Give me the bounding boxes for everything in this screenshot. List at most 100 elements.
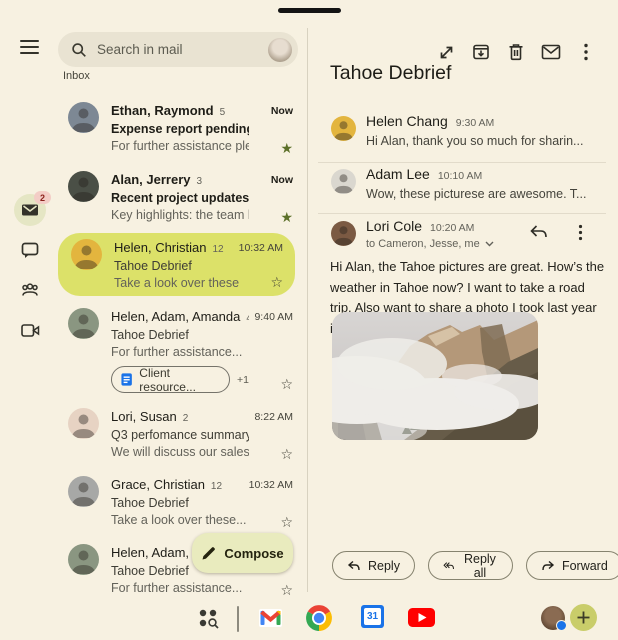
reply-all-button[interactable]: Reply all <box>428 551 513 580</box>
people-icon <box>20 282 40 298</box>
search-placeholder: Search in mail <box>97 42 268 57</box>
star-icon[interactable]: ☆ <box>280 377 293 391</box>
search-icon <box>71 42 87 58</box>
message-expanded: Lori Cole10:20 AM to Cameron, Jesse, me <box>331 218 604 250</box>
message-time: 10:10 AM <box>438 170 482 182</box>
email-time: 10:32 AM <box>249 479 293 491</box>
message-sender: Helen Chang <box>366 113 448 129</box>
star-icon[interactable]: ★ <box>280 141 293 155</box>
star-icon[interactable]: ☆ <box>280 583 293 597</box>
sender-avatar <box>68 544 99 575</box>
thread-actions: Reply Reply all Forward <box>332 551 618 580</box>
message-time: 10:20 AM <box>430 222 474 234</box>
reply-button[interactable]: Reply <box>332 551 415 580</box>
email-snippet: For further assistance please... <box>111 138 249 155</box>
hinge-indicator <box>278 8 341 13</box>
sender-avatar <box>68 408 99 439</box>
document-icon <box>121 372 132 387</box>
unread-badge: 2 <box>34 191 51 204</box>
email-count: 12 <box>211 481 222 492</box>
email-sender: Helen, Christian <box>114 240 207 255</box>
taskbar-divider <box>237 606 239 632</box>
app-search-icon[interactable] <box>198 606 220 632</box>
video-camera-icon <box>21 323 40 338</box>
gmail-app-icon[interactable] <box>259 609 282 627</box>
attachment-chip[interactable]: Client resource... <box>111 366 230 393</box>
compose-label: Compose <box>224 546 283 561</box>
chrome-app-icon[interactable] <box>305 604 333 632</box>
email-subject: Tahoe Debrief <box>111 327 249 344</box>
forward-button[interactable]: Forward <box>526 551 618 580</box>
email-list-item[interactable]: Helen, Christian12 Tahoe Debrief Take a … <box>58 233 295 296</box>
message-sender: Adam Lee <box>366 166 430 182</box>
message-avatar <box>331 169 356 194</box>
search-bar[interactable]: Search in mail <box>58 32 298 67</box>
email-time: 9:40 AM <box>254 311 293 323</box>
taskbar: 31 <box>0 598 618 640</box>
email-subject: Expense report pending <box>111 121 249 138</box>
gmail-app-window: 2 Search in mail Inbox <box>0 0 618 640</box>
email-list-item[interactable]: Grace, Christian12 Tahoe Debrief Take a … <box>55 470 305 536</box>
star-icon[interactable]: ☆ <box>280 515 293 529</box>
email-sender: Grace, Christian <box>111 477 205 492</box>
email-subject: Recent project updates <box>111 190 249 207</box>
email-snippet: We will discuss our sales... <box>111 444 249 461</box>
mark-unread-icon[interactable] <box>541 42 561 62</box>
email-count: 4 <box>246 313 249 324</box>
email-subject: Q3 perfomance summary <box>111 427 249 444</box>
thread-toolbar <box>436 42 596 62</box>
email-snippet: For further assistance... <box>111 580 249 597</box>
message-avatar <box>331 221 356 246</box>
rail-spaces-button[interactable] <box>14 274 46 306</box>
message-separator <box>318 213 606 214</box>
forward-icon <box>541 560 555 572</box>
message-sender: Lori Cole <box>366 218 422 234</box>
email-sender: Helen, Adam, Amanda <box>111 309 240 324</box>
reply-all-icon <box>443 560 455 572</box>
rail-chat-button[interactable] <box>14 234 46 266</box>
email-list-item[interactable]: Helen, Adam, Amanda4 Tahoe Debrief For f… <box>55 302 305 398</box>
email-list-item[interactable]: Alan, Jerrery3 Recent project updates Ke… <box>55 165 305 231</box>
expand-icon[interactable] <box>436 42 456 62</box>
star-icon[interactable]: ☆ <box>280 447 293 461</box>
email-time: 10:32 AM <box>239 242 283 254</box>
chat-status-badge <box>556 620 567 631</box>
archive-icon[interactable] <box>471 42 491 62</box>
message-snippet: Wow, these picturese are awesome. T... <box>366 187 604 201</box>
plus-button[interactable] <box>570 604 597 631</box>
star-icon[interactable]: ☆ <box>270 275 283 289</box>
more-options-icon[interactable] <box>570 222 590 242</box>
yosemite-photo[interactable] <box>332 312 538 440</box>
chat-icon <box>21 242 39 259</box>
email-list-item[interactable]: Lori, Susan2 Q3 perfomance summary We wi… <box>55 402 305 468</box>
rail-mail-button[interactable]: 2 <box>14 194 46 226</box>
pencil-icon <box>201 546 216 561</box>
attachment-extra-count: +1 <box>237 374 249 386</box>
delete-icon[interactable] <box>506 42 526 62</box>
account-avatar[interactable] <box>268 38 292 62</box>
calendar-app-icon[interactable]: 31 <box>361 605 384 628</box>
rail-meet-button[interactable] <box>14 314 46 346</box>
youtube-app-icon[interactable] <box>408 608 435 627</box>
message-collapsed[interactable]: Adam Lee 10:10 AM Wow, these picturese ar… <box>331 166 604 201</box>
email-time: Now <box>271 174 293 186</box>
menu-icon[interactable] <box>20 40 39 54</box>
email-subject: Tahoe Debrief <box>111 495 249 512</box>
thread-title: Tahoe Debrief <box>330 62 451 85</box>
email-list-item[interactable]: Ethan, Raymond5 Expense report pending F… <box>55 96 305 162</box>
star-icon[interactable]: ★ <box>280 210 293 224</box>
message-avatar <box>331 116 356 141</box>
message-separator <box>318 162 606 163</box>
message-snippet: Hi Alan, thank you so much for sharin... <box>366 134 604 148</box>
compose-button[interactable]: Compose <box>192 533 293 573</box>
email-time: Now <box>271 105 293 117</box>
message-collapsed[interactable]: Helen Chang 9:30 AM Hi Alan, thank you so… <box>331 113 604 148</box>
message-time: 9:30 AM <box>456 117 495 129</box>
taskbar-avatar[interactable] <box>541 606 565 630</box>
inbox-section-label: Inbox <box>63 70 90 82</box>
email-sender: Ethan, Raymond <box>111 103 214 118</box>
more-options-icon[interactable] <box>576 42 596 62</box>
reply-icon <box>347 560 361 572</box>
reply-icon[interactable] <box>528 222 548 242</box>
email-snippet: Key highlights: the team has a... <box>111 207 249 224</box>
